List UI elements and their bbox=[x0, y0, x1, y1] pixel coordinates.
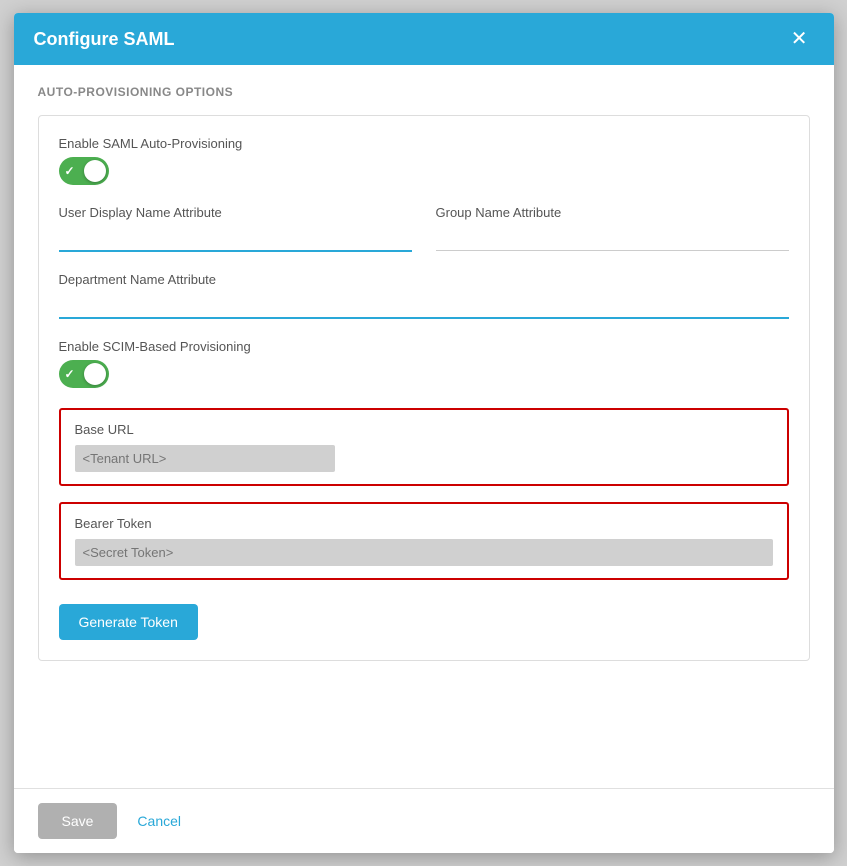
configure-saml-modal: Configure SAML ✕ AUTO-PROVISIONING OPTIO… bbox=[14, 13, 834, 853]
base-url-label: Base URL bbox=[75, 422, 773, 437]
section-title-auto-provisioning: AUTO-PROVISIONING OPTIONS bbox=[38, 85, 810, 99]
enable-saml-toggle-wrapper: ✓ bbox=[59, 157, 789, 185]
group-name-label: Group Name Attribute bbox=[436, 205, 789, 220]
enable-saml-toggle[interactable]: ✓ bbox=[59, 157, 109, 185]
base-url-box: Base URL bbox=[59, 408, 789, 486]
modal-overlay: Configure SAML ✕ AUTO-PROVISIONING OPTIO… bbox=[0, 0, 847, 866]
group-name-group: Group Name Attribute bbox=[436, 205, 789, 252]
bearer-token-label: Bearer Token bbox=[75, 516, 773, 531]
modal-body: AUTO-PROVISIONING OPTIONS Enable SAML Au… bbox=[14, 65, 834, 788]
modal-header: Configure SAML ✕ bbox=[14, 13, 834, 65]
display-group-row: User Display Name Attribute Group Name A… bbox=[59, 205, 789, 252]
department-name-input[interactable] bbox=[59, 293, 789, 319]
auto-provisioning-card: Enable SAML Auto-Provisioning ✓ User Dis… bbox=[38, 115, 810, 661]
user-display-name-group: User Display Name Attribute bbox=[59, 205, 412, 252]
toggle-check-icon: ✓ bbox=[65, 164, 75, 178]
base-url-input[interactable] bbox=[75, 445, 335, 472]
toggle-knob bbox=[84, 160, 106, 182]
generate-token-button[interactable]: Generate Token bbox=[59, 604, 198, 640]
department-name-group: Department Name Attribute bbox=[59, 272, 789, 319]
user-display-name-label: User Display Name Attribute bbox=[59, 205, 412, 220]
modal-title: Configure SAML bbox=[34, 29, 175, 50]
modal-footer: Save Cancel bbox=[14, 788, 834, 853]
enable-scim-label: Enable SCIM-Based Provisioning bbox=[59, 339, 789, 354]
scim-toggle-check-icon: ✓ bbox=[65, 367, 75, 381]
bearer-token-box: Bearer Token bbox=[59, 502, 789, 580]
group-name-input[interactable] bbox=[436, 226, 789, 251]
enable-scim-toggle-wrapper: ✓ bbox=[59, 360, 789, 388]
enable-saml-label: Enable SAML Auto-Provisioning bbox=[59, 136, 789, 151]
modal-close-button[interactable]: ✕ bbox=[785, 27, 814, 51]
scim-toggle-knob bbox=[84, 363, 106, 385]
enable-scim-toggle[interactable]: ✓ bbox=[59, 360, 109, 388]
bearer-token-input[interactable] bbox=[75, 539, 773, 566]
cancel-button[interactable]: Cancel bbox=[137, 813, 181, 829]
save-button[interactable]: Save bbox=[38, 803, 118, 839]
user-display-name-input[interactable] bbox=[59, 226, 412, 252]
department-name-label: Department Name Attribute bbox=[59, 272, 789, 287]
